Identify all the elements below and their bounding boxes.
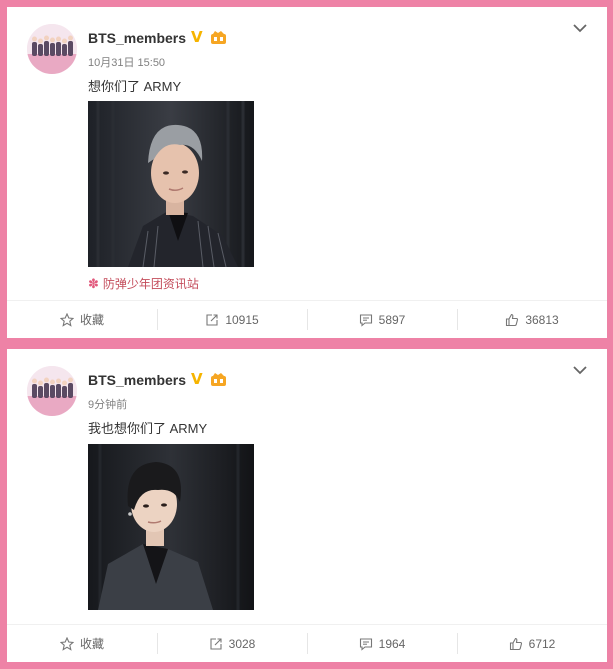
repost-icon xyxy=(210,637,222,650)
repost-count: 10915 xyxy=(225,312,259,327)
weibo-post: BTS_members V 9分钟前 我也想你们了 ARMY 收藏 3028 1… xyxy=(7,349,607,662)
repost-button[interactable]: 10915 xyxy=(157,301,307,338)
verified-icon: V xyxy=(191,28,203,46)
repost-count: 3028 xyxy=(228,636,256,651)
member-icon xyxy=(211,31,226,44)
flower-icon: ✽ xyxy=(88,276,99,291)
post-time[interactable]: 10月31日 15:50 xyxy=(88,54,165,70)
post-text: 我也想你们了 ARMY xyxy=(88,421,208,436)
post-photo[interactable] xyxy=(88,101,254,267)
like-count: 36813 xyxy=(525,312,559,327)
like-button[interactable]: 36813 xyxy=(457,301,607,338)
source-label: 防弹少年团资讯站 xyxy=(102,277,199,291)
chevron-down-icon[interactable] xyxy=(573,23,587,33)
comment-button[interactable]: 5897 xyxy=(307,301,457,338)
username[interactable]: BTS_members xyxy=(88,30,186,46)
like-button[interactable]: 6712 xyxy=(457,625,607,662)
star-icon xyxy=(59,312,74,327)
avatar[interactable] xyxy=(27,366,77,416)
post-time[interactable]: 9分钟前 xyxy=(88,396,127,412)
source-link[interactable]: ✽ 防弹少年团资讯站 xyxy=(88,275,199,292)
action-bar: 收藏 3028 1964 6712 xyxy=(7,624,607,662)
comment-count: 5897 xyxy=(378,312,406,327)
comment-button[interactable]: 1964 xyxy=(307,625,457,662)
like-icon xyxy=(506,313,519,326)
action-bar: 收藏 10915 5897 36813 xyxy=(7,300,607,338)
favorite-button[interactable]: 收藏 xyxy=(7,625,157,662)
comment-count: 1964 xyxy=(378,636,406,651)
post-text: 想你们了 ARMY xyxy=(88,79,182,94)
repost-button[interactable]: 3028 xyxy=(157,625,307,662)
like-count: 6712 xyxy=(528,636,556,651)
chevron-down-icon[interactable] xyxy=(573,365,587,375)
verified-icon: V xyxy=(191,370,203,388)
comment-icon xyxy=(359,637,372,651)
like-icon xyxy=(509,637,522,650)
member-icon xyxy=(211,373,226,386)
weibo-post: BTS_members V 10月31日 15:50 想你们了 ARMY ✽ 防… xyxy=(7,7,607,338)
favorite-button[interactable]: 收藏 xyxy=(7,301,157,338)
post-photo[interactable] xyxy=(88,444,254,610)
favorite-label: 收藏 xyxy=(79,313,104,327)
username[interactable]: BTS_members xyxy=(88,372,186,388)
repost-icon xyxy=(206,313,218,326)
avatar[interactable] xyxy=(27,24,77,74)
favorite-label: 收藏 xyxy=(79,637,104,651)
comment-icon xyxy=(359,313,372,327)
star-icon xyxy=(59,636,74,651)
